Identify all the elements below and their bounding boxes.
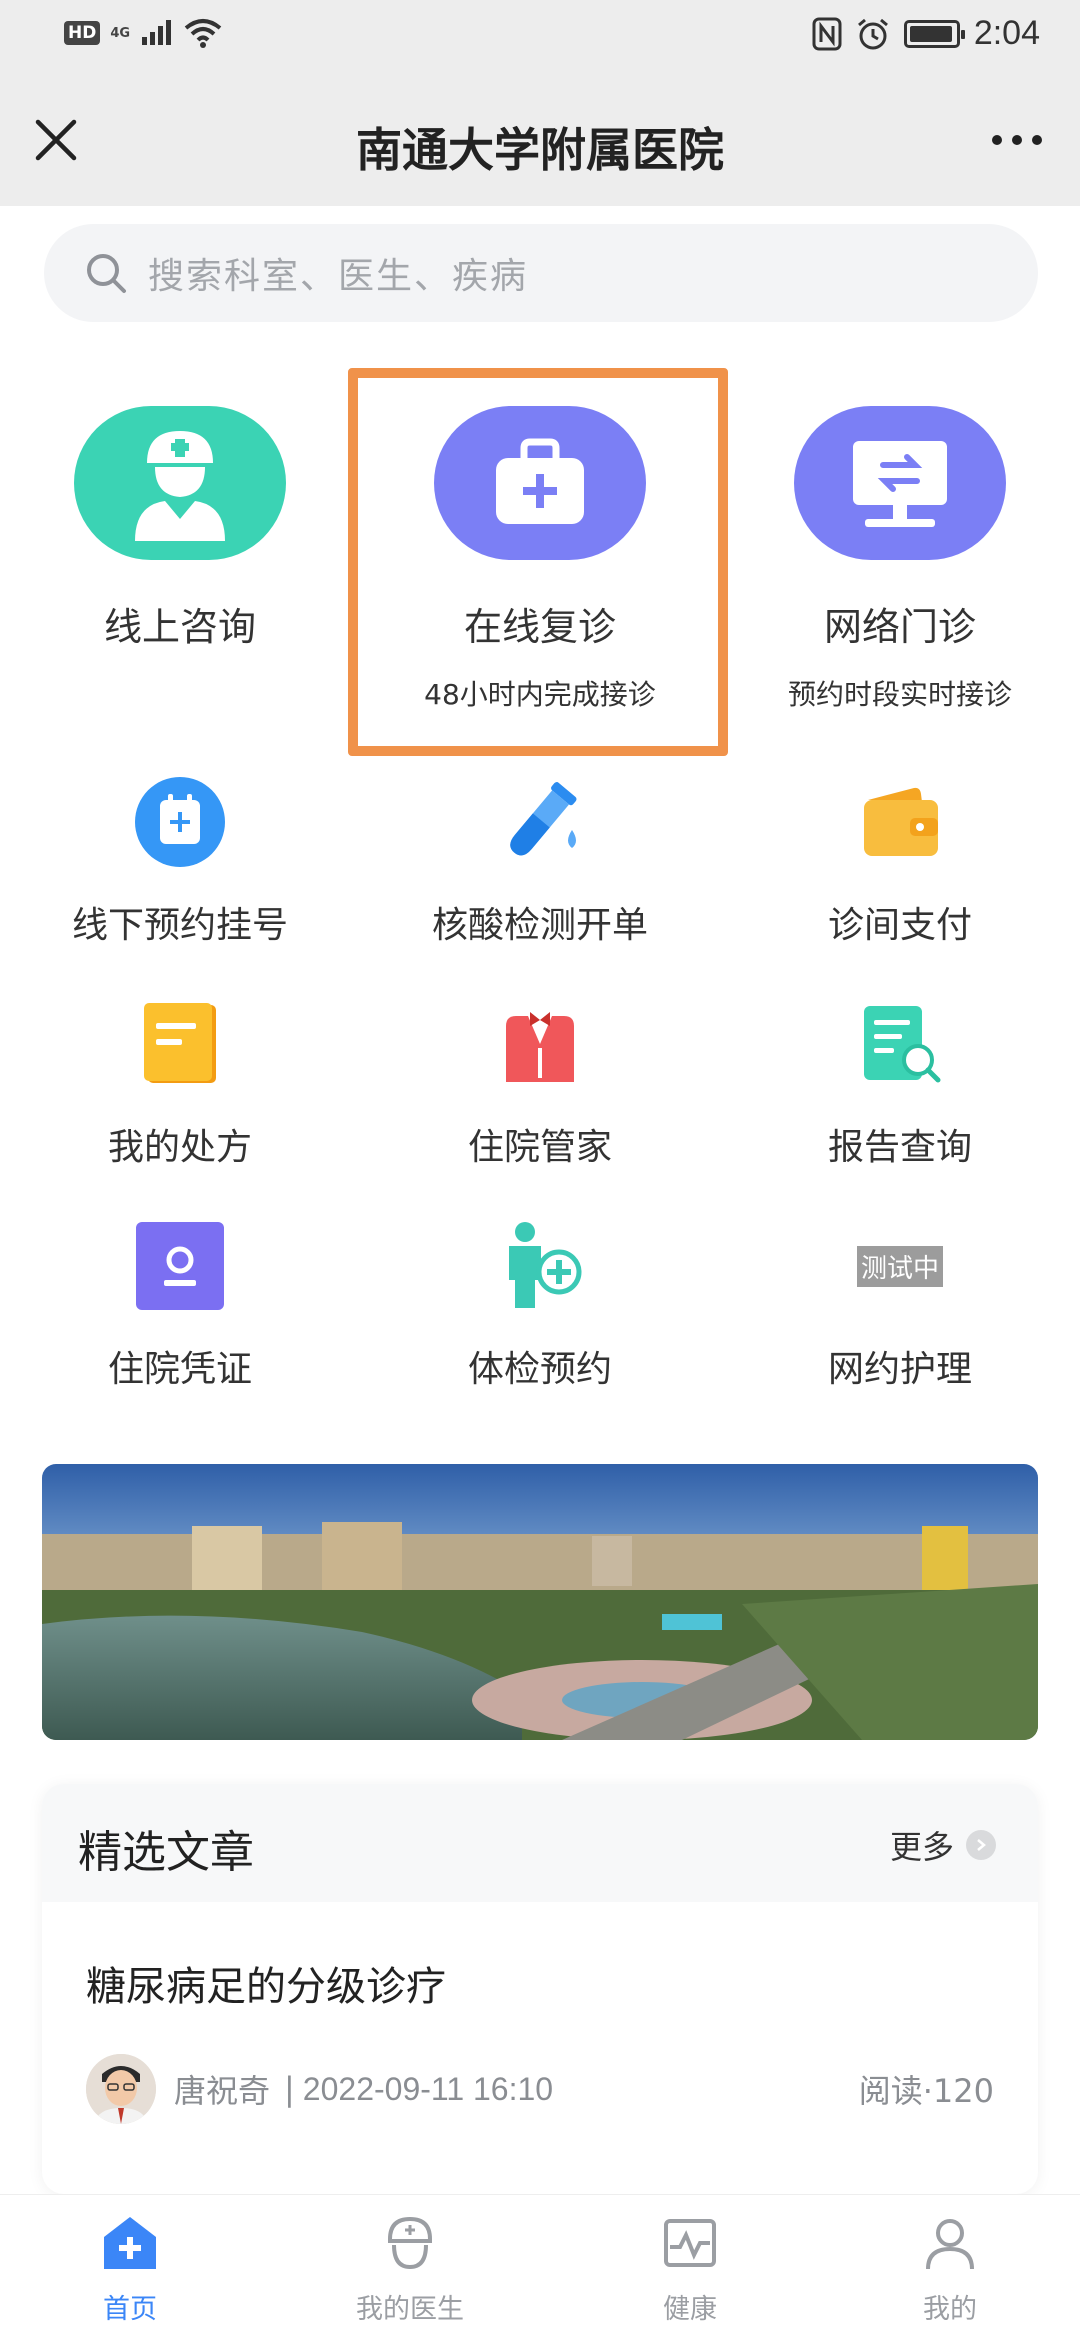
service-subtitle: 预约时段实时接诊 xyxy=(787,678,1012,711)
service-checkup-booking[interactable]: 体检预约 xyxy=(390,1218,690,1392)
test-tube-icon xyxy=(492,774,588,870)
search-icon xyxy=(87,254,126,293)
more-dot xyxy=(992,135,1002,145)
status-right: 2:04 xyxy=(812,14,1040,53)
page-title: 南通大学附属医院 xyxy=(356,123,724,177)
service-my-prescription[interactable]: 我的处方 xyxy=(30,996,330,1170)
service-label: 线下预约挂号 xyxy=(71,905,288,946)
testing-badge: 测试中 xyxy=(856,1245,943,1287)
service-clinic-payment[interactable]: 诊间支付 xyxy=(750,774,1050,948)
article-author: 唐祝奇 xyxy=(174,2072,271,2110)
doctor-icon xyxy=(378,2211,442,2275)
article-meta: 唐祝奇 | 2022-09-11 16:10 阅读·120 xyxy=(86,2054,994,2124)
service-network-clinic[interactable]: 网络门诊 预约时段实时接诊 xyxy=(750,406,1050,713)
report-search-icon xyxy=(852,996,948,1092)
highlight-frame xyxy=(348,368,728,756)
chevron-right-icon xyxy=(966,1830,996,1860)
checkup-icon xyxy=(492,1218,588,1314)
service-label: 体检预约 xyxy=(467,1349,612,1390)
articles-header: 精选文章 更多 xyxy=(42,1784,1038,1902)
nav-health[interactable]: 健康 xyxy=(590,2211,790,2326)
service-inpatient-certificate[interactable]: 住院凭证 xyxy=(30,1218,330,1392)
article-title: 糖尿病足的分级诊疗 xyxy=(86,1964,446,2010)
author-avatar xyxy=(86,2054,156,2124)
butler-icon xyxy=(492,996,588,1092)
article-read-count: 阅读·120 xyxy=(858,2072,994,2110)
more-label: 更多 xyxy=(889,1828,954,1866)
service-label: 网约护理 xyxy=(827,1349,972,1390)
service-label: 住院凭证 xyxy=(107,1349,252,1390)
service-label: 住院管家 xyxy=(467,1127,612,1168)
service-label: 核酸检测开单 xyxy=(431,905,648,946)
service-title: 线上咨询 xyxy=(103,605,256,649)
featured-articles-card: 精选文章 更多 糖尿病足的分级诊疗 唐祝奇 | 2022-09-11 16:10… xyxy=(42,1784,1038,2194)
health-chart-icon xyxy=(658,2211,722,2275)
more-dot xyxy=(1032,135,1042,145)
more-dot xyxy=(1012,135,1022,145)
bottom-navigation: 首页 我的医生 健康 我的 xyxy=(0,2194,1080,2340)
calendar-icon xyxy=(132,774,228,870)
more-menu-button[interactable] xyxy=(982,118,1052,162)
wallet-icon xyxy=(852,774,948,870)
wifi-icon xyxy=(184,19,222,48)
article-date: 2022-09-11 16:10 xyxy=(302,2070,554,2107)
service-label: 报告查询 xyxy=(827,1127,972,1168)
service-label: 诊间支付 xyxy=(827,905,972,946)
status-left: HD 4G xyxy=(64,18,222,48)
service-inpatient-butler[interactable]: 住院管家 xyxy=(390,996,690,1170)
clock: 2:04 xyxy=(973,14,1040,52)
service-label: 我的处方 xyxy=(107,1127,252,1168)
hospital-banner-image xyxy=(42,1464,1038,1740)
nurse-icon xyxy=(74,406,286,560)
nav-label: 我的医生 xyxy=(356,2294,464,2325)
title-bar: 南通大学附属医院 xyxy=(0,74,1080,206)
service-nucleic-test[interactable]: 核酸检测开单 xyxy=(390,774,690,948)
certificate-icon xyxy=(132,1218,228,1314)
search-bar[interactable]: 搜索科室、医生、疾病 xyxy=(44,224,1038,322)
nav-my-doctor[interactable]: 我的医生 xyxy=(310,2211,510,2326)
profile-icon xyxy=(918,2211,982,2275)
nav-label: 首页 xyxy=(103,2294,157,2325)
prescription-icon xyxy=(132,996,228,1092)
section-title: 精选文章 xyxy=(78,1827,254,1878)
signal-icon xyxy=(142,20,172,45)
service-online-consult[interactable]: 线上咨询 xyxy=(30,406,330,651)
nav-label: 健康 xyxy=(663,2294,717,2325)
nav-home[interactable]: 首页 xyxy=(30,2211,230,2326)
service-title: 网络门诊 xyxy=(823,605,976,649)
hospital-banner[interactable] xyxy=(42,1464,1038,1740)
hd-indicator: HD xyxy=(64,21,101,45)
service-report-query[interactable]: 报告查询 xyxy=(750,996,1050,1170)
nav-profile[interactable]: 我的 xyxy=(850,2211,1050,2326)
service-offline-booking[interactable]: 线下预约挂号 xyxy=(30,774,330,948)
battery-icon xyxy=(903,19,965,48)
more-articles-link[interactable]: 更多 xyxy=(890,1822,996,1868)
status-bar: HD 4G 2:04 xyxy=(0,0,1080,74)
nfc-icon xyxy=(812,17,842,50)
nav-label: 我的 xyxy=(923,2294,977,2325)
alarm-icon xyxy=(857,18,888,49)
meta-separator: | xyxy=(284,2070,295,2108)
testing-badge-icon: 测试中 xyxy=(852,1218,948,1314)
network-indicator: 4G xyxy=(110,25,131,41)
monitor-transfer-icon xyxy=(794,406,1006,560)
search-placeholder: 搜索科室、医生、疾病 xyxy=(148,256,529,297)
service-online-nursing[interactable]: 测试中 网约护理 xyxy=(750,1218,1050,1392)
home-plus-icon xyxy=(98,2211,162,2275)
